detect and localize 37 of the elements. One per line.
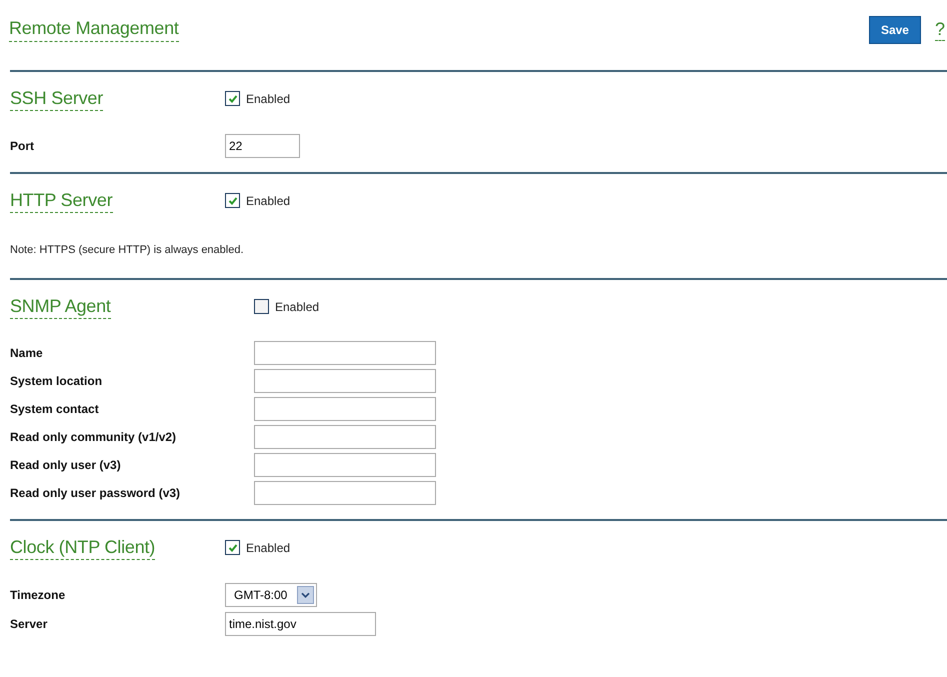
field-label: Name [10, 346, 44, 360]
help-link[interactable]: ? [934, 19, 945, 41]
section-title: SSH Server [10, 88, 104, 111]
input-field[interactable] [254, 453, 436, 477]
enabled-checkbox[interactable] [254, 299, 269, 314]
checkbox-label: Enabled [246, 92, 290, 106]
input-field[interactable] [254, 425, 436, 449]
input-field[interactable] [254, 397, 436, 421]
save-button[interactable]: Save [868, 16, 921, 44]
section-title: Clock (NTP Client) [10, 537, 156, 560]
field-label: System contact [10, 402, 100, 416]
check-icon [228, 542, 238, 552]
input-field[interactable] [254, 341, 436, 365]
input-field[interactable]: time.nist.gov [225, 612, 376, 636]
checkbox-label: Enabled [246, 194, 290, 208]
field-label: Read only user password (v3) [10, 486, 182, 500]
field-label: System location [10, 374, 104, 388]
enabled-checkbox[interactable] [225, 540, 240, 555]
field-label: Read only community (v1/v2) [10, 430, 178, 444]
enabled-checkbox[interactable] [225, 91, 240, 106]
timezone-dropdown[interactable]: GMT-8:00 [225, 583, 318, 607]
section-title: HTTP Server [10, 190, 112, 213]
field-label: Server [10, 617, 48, 631]
checkbox-label: Enabled [275, 300, 320, 314]
field-label: Read only user (v3) [10, 458, 122, 472]
input-field[interactable] [254, 369, 436, 393]
check-icon [228, 94, 238, 104]
field-label: Timezone [10, 588, 66, 602]
note-text: Note: HTTPS (secure HTTP) is always enabled. [10, 244, 244, 256]
field-label: Port [10, 139, 35, 153]
checkbox-label: Enabled [246, 540, 290, 554]
section-title: SNMP Agent [10, 296, 111, 319]
page-title: Remote Management [9, 18, 179, 42]
check-icon [228, 196, 238, 206]
enabled-checkbox[interactable] [225, 193, 240, 208]
input-field[interactable]: 22 [225, 134, 300, 158]
input-field[interactable] [254, 481, 436, 505]
